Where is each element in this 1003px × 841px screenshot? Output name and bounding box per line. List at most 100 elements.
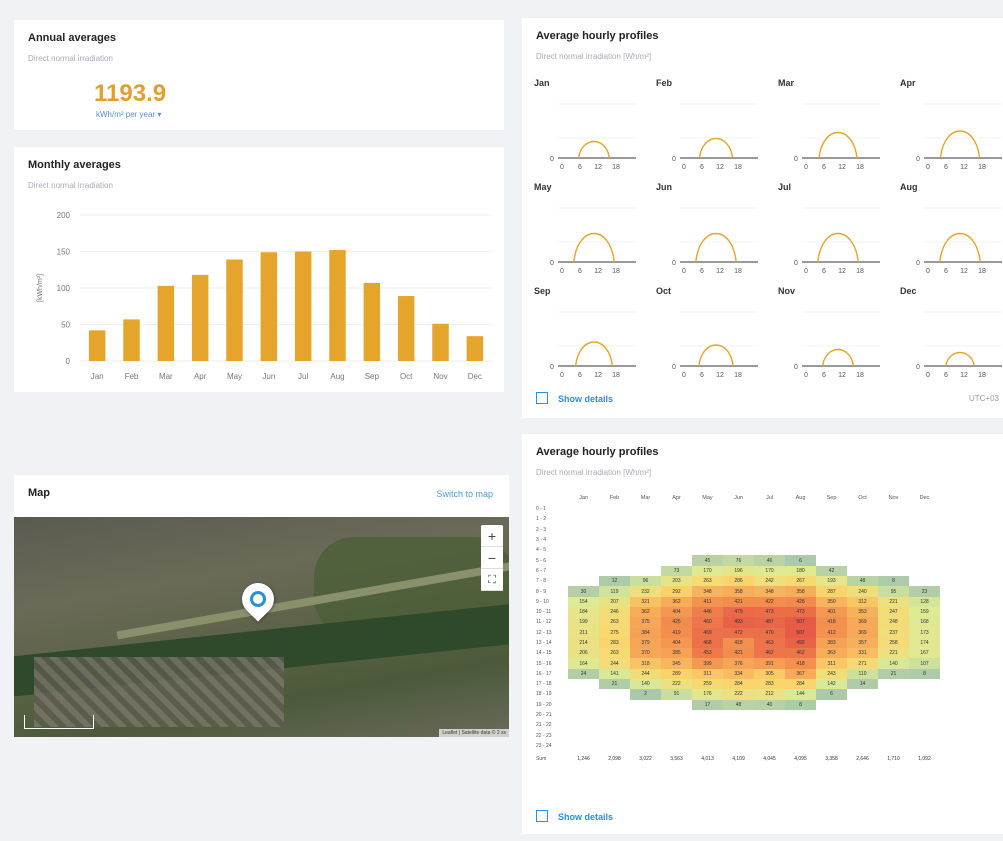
- heatmap-cell: [599, 504, 630, 514]
- show-details-button-2[interactable]: Show details: [536, 810, 613, 822]
- profile-curve: [939, 233, 981, 263]
- bar-oct[interactable]: [397, 296, 415, 361]
- heatmap-row: 9 - 10 154 207 321 362 411 421 422 428 350 312 221 1…: [536, 596, 940, 607]
- heatmap-cell: [785, 731, 816, 741]
- bar-jun[interactable]: [260, 252, 278, 361]
- bar-nov[interactable]: [432, 323, 449, 361]
- profile-curve: [817, 233, 859, 263]
- heatmap-cell: [909, 525, 940, 535]
- y-tick-label: 0: [66, 357, 71, 366]
- profile-x-tick: 18: [856, 164, 864, 171]
- heatmap-cell: [599, 710, 630, 720]
- profile-apr: Apr 0 0 6 12 18: [888, 76, 1003, 179]
- heatmap-sum-cell: 1,710: [887, 756, 900, 763]
- profile-x-tick: 12: [960, 164, 968, 171]
- heatmap-cell: 460: [692, 617, 723, 628]
- heatmap-cell: 425: [661, 617, 692, 628]
- zoom-in-button[interactable]: +: [481, 525, 503, 547]
- heatmap-cell: [816, 710, 847, 720]
- heatmap-col-header: Dec: [919, 495, 930, 501]
- bar-mar[interactable]: [157, 285, 175, 361]
- heatmap-cell: 73: [661, 565, 692, 577]
- profile-x-tick: 18: [978, 372, 986, 379]
- heatmap-cell: 358: [785, 586, 816, 597]
- heatmap-cell: 422: [754, 596, 785, 607]
- profile-x-tick: 12: [960, 372, 968, 379]
- bar-feb[interactable]: [123, 319, 140, 361]
- heatmap-cell: 48: [723, 699, 754, 710]
- heatmap-cell: 469: [692, 627, 723, 638]
- heatmap-cell: [723, 720, 754, 730]
- heatmap-cell: 419: [661, 627, 692, 638]
- heatmap-cell: 95: [878, 586, 909, 597]
- heatmap-row: 2 - 3: [536, 525, 940, 535]
- heatmap-cell: 404: [661, 606, 692, 618]
- heatmap-cell: [692, 514, 723, 524]
- profile-zero-label: 0: [794, 364, 798, 371]
- heatmap-col-header: Jan: [579, 495, 588, 501]
- bar-dec[interactable]: [466, 336, 484, 361]
- switch-to-map-link[interactable]: Switch to map: [436, 489, 493, 499]
- heatmap-cell: 173: [909, 627, 940, 638]
- heatmap-cell: [599, 741, 630, 751]
- heatmap-cell: [630, 710, 661, 720]
- heatmap-cell: 180: [785, 565, 816, 577]
- heatmap-row-label: 10 - 11: [536, 609, 552, 616]
- profile-month-label: Jul: [778, 182, 792, 192]
- bar-sep[interactable]: [363, 282, 381, 361]
- heatmap-cell: [723, 545, 754, 555]
- heatmap-cell: [847, 566, 878, 576]
- heatmap-cell: [816, 514, 847, 524]
- heatmap-cell: 232: [630, 586, 661, 597]
- profile-x-tick: 0: [682, 372, 686, 379]
- profile-x-tick: 18: [734, 372, 742, 379]
- satellite-map[interactable]: + − ⛶ Leaflet | Satellite data © 2 ss: [14, 517, 509, 737]
- profile-chart: 00 6 12 18: [794, 103, 880, 171]
- heatmap-sum-label: Sum: [536, 756, 547, 763]
- heatmap-cell: 421: [723, 596, 754, 607]
- profile-zero-label: 0: [916, 364, 920, 371]
- heatmap-cell: [909, 720, 940, 730]
- heatmap-cell: [630, 720, 661, 730]
- fullscreen-icon[interactable]: ⛶: [481, 569, 503, 591]
- heatmap-title: Average hourly profiles: [536, 446, 659, 458]
- heatmap-row-label: 8 - 9: [536, 588, 547, 595]
- heatmap-row-label: 4 - 5: [536, 547, 547, 554]
- heatmap-cell: 292: [661, 586, 692, 597]
- bar-may[interactable]: [226, 259, 243, 361]
- heatmap-cell: 244: [630, 668, 661, 680]
- heatmap-cell: [630, 535, 661, 545]
- heatmap-cell: [754, 535, 785, 545]
- heatmap-row: 0 - 1: [536, 504, 940, 514]
- heatmap-cell: 76: [723, 555, 754, 566]
- heatmap-cell: 376: [723, 658, 754, 669]
- heatmap-cell: 334: [723, 668, 754, 680]
- monthly-averages-card: Monthly averages Direct normal irradiati…: [14, 147, 504, 392]
- map-attribution[interactable]: Leaflet | Satellite data © 2 ss: [439, 729, 509, 737]
- zoom-out-button[interactable]: −: [481, 547, 503, 569]
- bar-apr[interactable]: [191, 274, 209, 361]
- bar-aug[interactable]: [329, 250, 346, 361]
- show-details-button[interactable]: Show details: [536, 392, 613, 404]
- annual-unit-dropdown[interactable]: kWh/m² per year ▾: [96, 110, 161, 119]
- heatmap-sum-cell: 2,098: [608, 756, 621, 763]
- heatmap-cell: [878, 700, 909, 710]
- profile-jul: Jul 0 0 6 12 18: [766, 180, 886, 283]
- profile-zero-label: 0: [794, 260, 798, 267]
- heatmap-cell: [630, 700, 661, 710]
- heatmap-row: 18 - 19 2 91 176 222 212 144 6: [536, 689, 940, 700]
- heatmap-cell: [847, 741, 878, 751]
- heatmap-cell: 348: [692, 586, 723, 597]
- heatmap-cell: 170: [754, 565, 785, 577]
- heatmap-row-label: 12 - 13: [536, 629, 552, 636]
- heatmap-row-label: 1 - 2: [536, 516, 547, 523]
- heatmap-cell: 384: [630, 627, 661, 638]
- heatmap-cell: [909, 566, 940, 576]
- heatmap-cell: 167: [909, 648, 940, 659]
- heatmap-cell: 221: [878, 596, 909, 607]
- bar-jul[interactable]: [294, 251, 312, 362]
- bar-jan[interactable]: [88, 330, 106, 361]
- heatmap-col-header: Mar: [640, 495, 651, 501]
- heatmap-row: 11 - 12 199 263 375 425 460 493 487 507 418 369 248…: [536, 617, 940, 628]
- heatmap-row-label: 11 - 12: [536, 619, 552, 626]
